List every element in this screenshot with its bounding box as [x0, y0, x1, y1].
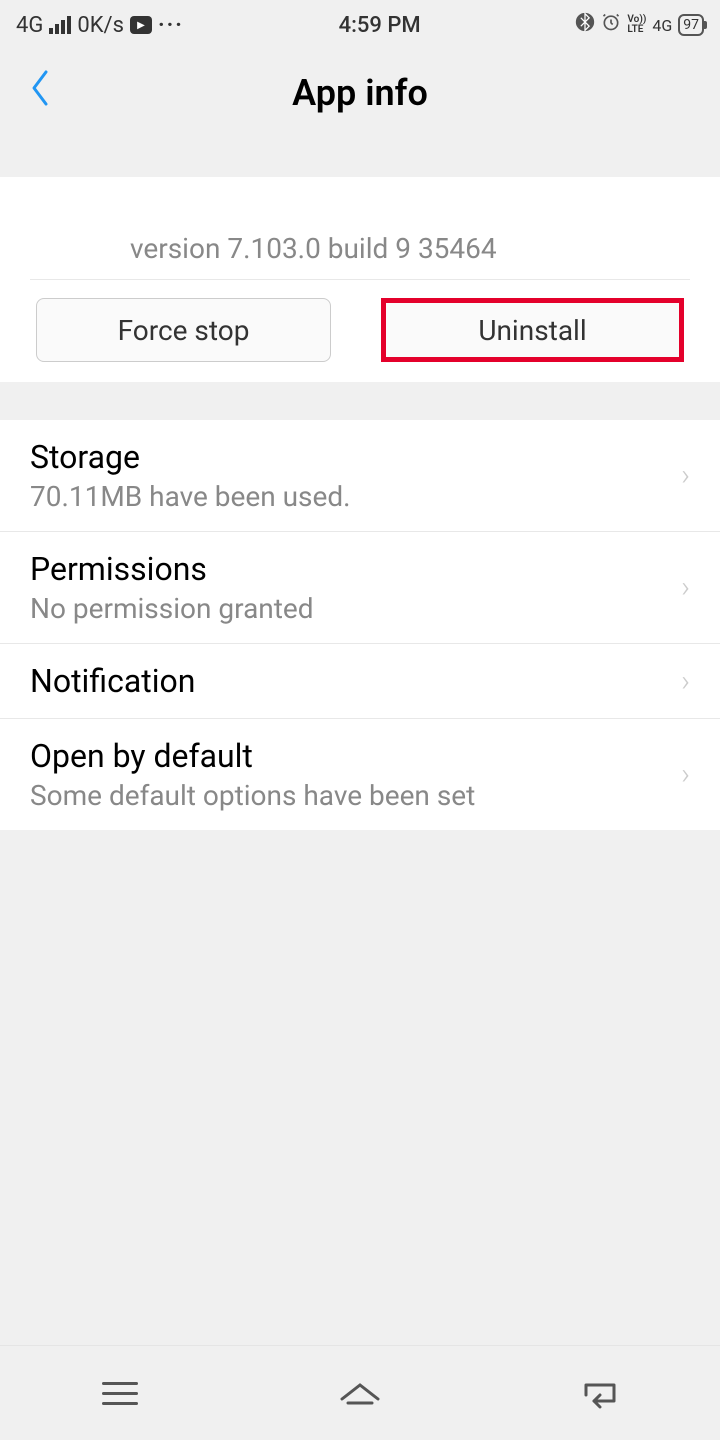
- 4g-label: 4G: [652, 16, 672, 35]
- settings-list: Storage 70.11MB have been used. › Permis…: [0, 420, 720, 830]
- alarm-icon: [601, 12, 621, 38]
- signal-icon: [49, 16, 71, 34]
- app-version: version 7.103.0 build 9 35464: [130, 232, 497, 265]
- home-button[interactable]: [335, 1368, 385, 1418]
- permissions-sub: No permission granted: [30, 592, 314, 625]
- more-icon: ···: [158, 13, 184, 38]
- app-header: version 7.103.0 build 9 35464: [30, 195, 690, 280]
- notification-title: Notification: [30, 662, 195, 700]
- section-gap: [0, 135, 720, 177]
- nav-bar: [0, 1345, 720, 1440]
- data-speed: 0K/s: [77, 13, 124, 38]
- home-icon: [338, 1379, 382, 1407]
- bluetooth-icon: [575, 12, 595, 38]
- storage-sub: 70.11MB have been used.: [30, 480, 351, 513]
- notification-row[interactable]: Notification ›: [0, 644, 720, 719]
- page-title: App info: [292, 72, 428, 114]
- menu-icon: [102, 1382, 138, 1405]
- status-bar: 4G 0K/s ▶ ··· 4:59 PM Vo)) LTE 4G 97: [0, 0, 720, 50]
- force-stop-button[interactable]: Force stop: [36, 298, 331, 362]
- volte-icon: Vo)) LTE: [627, 15, 646, 35]
- page-header: App info: [0, 50, 720, 135]
- status-right: Vo)) LTE 4G 97: [575, 12, 704, 38]
- status-left: 4G 0K/s ▶ ···: [16, 13, 184, 38]
- app-info-section: version 7.103.0 build 9 35464 Force stop…: [0, 177, 720, 382]
- battery-icon: 97: [678, 14, 704, 36]
- clock: 4:59 PM: [339, 13, 421, 38]
- recents-button[interactable]: [95, 1368, 145, 1418]
- open-default-title: Open by default: [30, 737, 475, 775]
- chevron-right-icon: ›: [681, 664, 690, 699]
- chevron-right-icon: ›: [681, 757, 690, 792]
- chevron-right-icon: ›: [681, 458, 690, 493]
- app-icon: [30, 195, 110, 267]
- back-nav-button[interactable]: [575, 1368, 625, 1418]
- back-button[interactable]: [28, 68, 52, 118]
- play-icon: ▶: [130, 16, 152, 34]
- uninstall-button[interactable]: Uninstall: [381, 298, 684, 362]
- permissions-row[interactable]: Permissions No permission granted ›: [0, 532, 720, 644]
- permissions-title: Permissions: [30, 550, 314, 588]
- app-details: version 7.103.0 build 9 35464: [130, 198, 497, 265]
- back-icon: [580, 1377, 620, 1409]
- open-by-default-row[interactable]: Open by default Some default options hav…: [0, 719, 720, 830]
- network-type: 4G: [16, 13, 43, 38]
- open-default-sub: Some default options have been set: [30, 779, 475, 812]
- action-button-row: Force stop Uninstall: [30, 298, 690, 362]
- storage-row[interactable]: Storage 70.11MB have been used. ›: [0, 420, 720, 532]
- chevron-right-icon: ›: [681, 570, 690, 605]
- storage-title: Storage: [30, 438, 351, 476]
- app-name: [130, 198, 270, 226]
